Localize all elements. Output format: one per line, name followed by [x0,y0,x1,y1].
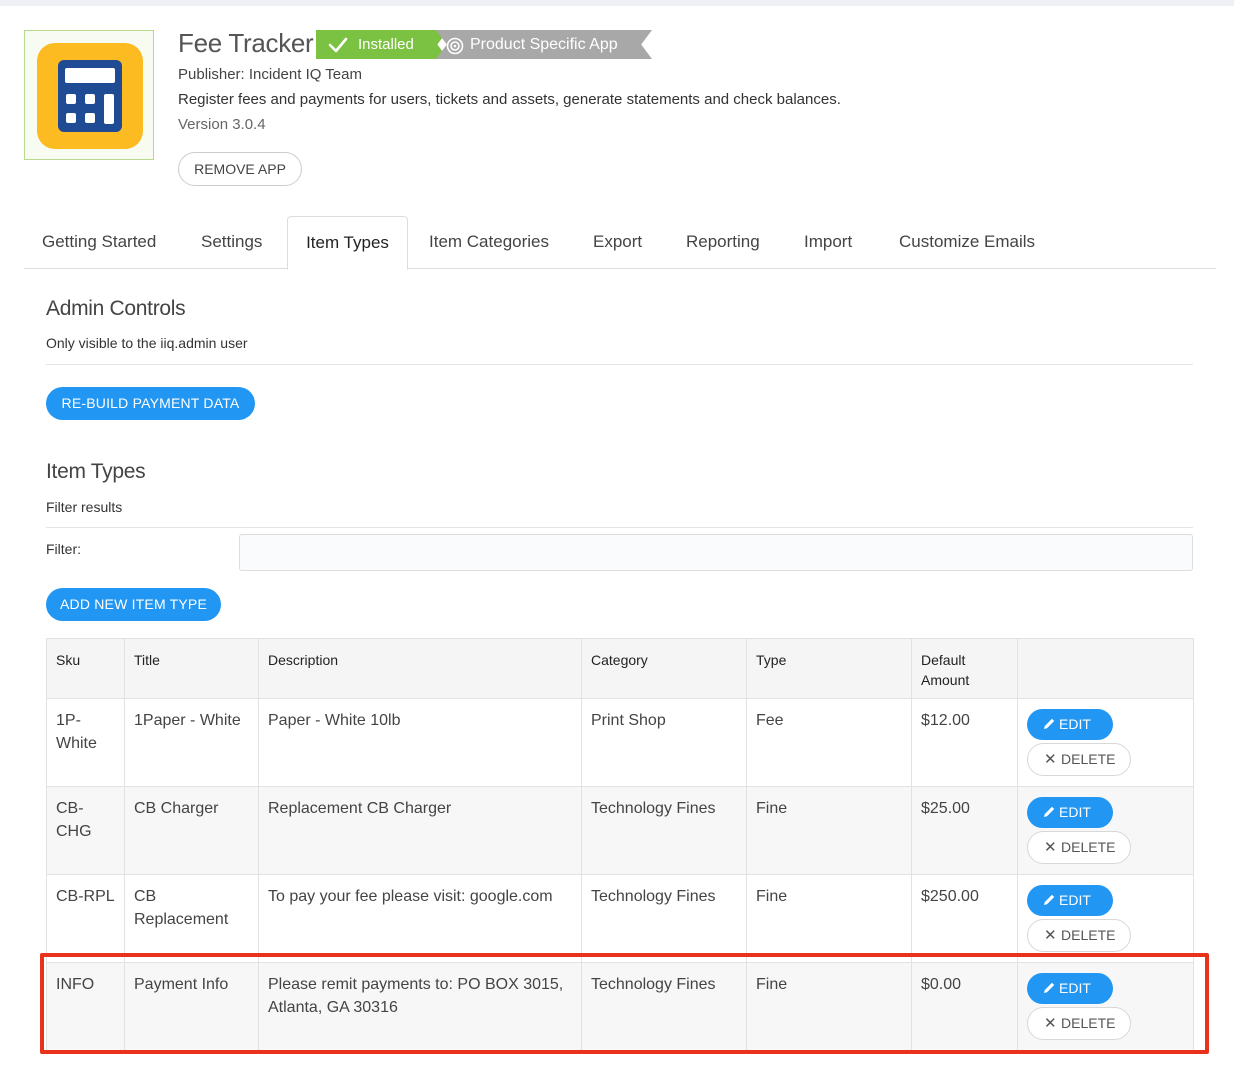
product-specific-badge: Product Specific App [436,30,652,59]
edit-button[interactable]: EDIT [1027,709,1113,740]
item-types-subtitle: Filter results [46,499,123,515]
column-header-category[interactable]: Category [581,638,747,699]
cell-type: Fine [746,962,912,1051]
cell-category: Print Shop [581,698,747,787]
publisher-text: Publisher: Incident IQ Team [178,66,362,83]
delete-label: DELETE [1061,1015,1116,1031]
admin-controls-title: Admin Controls [46,297,186,320]
column-header-default-amount[interactable]: Default Amount [911,638,1018,699]
edit-button[interactable]: EDIT [1027,797,1113,828]
cell-type: Fine [746,786,912,875]
item-types-table: Sku Title Description Category Type Defa… [46,638,1194,1051]
app-icon-frame [24,30,154,160]
divider [46,527,1193,528]
edit-label: EDIT [1059,892,1091,908]
cell-title: Payment Info [124,962,259,1051]
tab-import[interactable]: Import [804,216,852,268]
cell-amount: $250.00 [911,874,1018,963]
cell-description: Paper - White 10lb [258,698,582,787]
delete-label: DELETE [1061,927,1116,943]
item-types-title: Item Types [46,460,146,483]
product-specific-label: Product Specific App [470,36,618,53]
pencil-icon [1043,710,1059,741]
app-description: Register fees and payments for users, ti… [178,91,841,108]
cell-category: Technology Fines [581,786,747,875]
pencil-icon [1043,974,1059,1005]
edit-label: EDIT [1059,980,1091,996]
pencil-icon [1043,886,1059,917]
divider [46,364,1193,365]
delete-button[interactable]: ✕ DELETE [1027,743,1131,776]
cell-type: Fee [746,698,912,787]
edit-label: EDIT [1059,804,1091,820]
cell-actions: EDIT ✕ DELETE [1017,962,1194,1051]
app-version: Version 3.0.4 [178,116,266,133]
cell-description: Replacement CB Charger [258,786,582,875]
table-row: 1P-White 1Paper - White Paper - White 10… [46,698,1194,787]
cell-amount: $12.00 [911,698,1018,787]
cell-amount: $25.00 [911,786,1018,875]
edit-label: EDIT [1059,716,1091,732]
pencil-icon [1043,798,1059,829]
edit-button[interactable]: EDIT [1027,885,1113,916]
installed-badge: Installed [316,30,448,59]
filter-input[interactable] [239,534,1193,571]
cell-actions: EDIT ✕ DELETE [1017,874,1194,963]
cell-sku: CB-CHG [46,786,125,875]
delete-label: DELETE [1061,839,1116,855]
delete-button[interactable]: ✕ DELETE [1027,1007,1131,1040]
cell-category: Technology Fines [581,874,747,963]
cell-description: To pay your fee please visit: google.com [258,874,582,963]
delete-label: DELETE [1061,751,1116,767]
delete-button[interactable]: ✕ DELETE [1027,919,1131,952]
edit-button[interactable]: EDIT [1027,973,1113,1004]
close-icon: ✕ [1044,751,1057,768]
tab-bar: Getting Started Settings Item Types Item… [24,216,1216,270]
tab-item-categories[interactable]: Item Categories [429,216,549,268]
admin-controls-subtitle: Only visible to the iiq.admin user [46,335,248,351]
cell-category: Technology Fines [581,962,747,1051]
close-icon: ✕ [1044,927,1057,944]
cell-title: CB Replacement [124,874,259,963]
column-header-title[interactable]: Title [124,638,259,699]
tab-customize-emails[interactable]: Customize Emails [899,216,1035,268]
cell-actions: EDIT ✕ DELETE [1017,698,1194,787]
table-row: CB-RPL CB Replacement To pay your fee pl… [46,874,1194,963]
close-icon: ✕ [1044,1015,1057,1032]
cell-sku: 1P-White [46,698,125,787]
installed-label: Installed [358,36,414,53]
column-header-sku[interactable]: Sku [46,638,125,699]
tab-export[interactable]: Export [593,216,642,268]
cell-amount: $0.00 [911,962,1018,1051]
remove-app-button[interactable]: REMOVE APP [178,152,302,186]
table-header-row: Sku Title Description Category Type Defa… [46,638,1194,699]
tab-settings[interactable]: Settings [201,216,262,268]
cell-actions: EDIT ✕ DELETE [1017,786,1194,875]
calculator-icon [37,43,143,149]
column-header-actions [1017,638,1194,699]
cell-type: Fine [746,874,912,963]
app-title: Fee Tracker [178,28,314,58]
cell-title: 1Paper - White [124,698,259,787]
cell-sku: CB-RPL [46,874,125,963]
delete-button[interactable]: ✕ DELETE [1027,831,1131,864]
close-icon: ✕ [1044,839,1057,856]
add-new-item-type-button[interactable]: ADD NEW ITEM TYPE [46,588,221,621]
table-row: CB-CHG CB Charger Replacement CB Charger… [46,786,1194,875]
table-row-highlighted: INFO Payment Info Please remit payments … [46,962,1194,1051]
column-header-type[interactable]: Type [746,638,912,699]
tab-reporting[interactable]: Reporting [686,216,760,268]
cell-title: CB Charger [124,786,259,875]
cell-description: Please remit payments to: PO BOX 3015, A… [258,962,582,1051]
rebuild-payment-data-button[interactable]: RE-BUILD PAYMENT DATA [46,387,255,420]
filter-label: Filter: [46,541,81,557]
tab-getting-started[interactable]: Getting Started [42,216,156,268]
cell-sku: INFO [46,962,125,1051]
tab-item-types[interactable]: Item Types [287,216,408,270]
column-header-description[interactable]: Description [258,638,582,699]
